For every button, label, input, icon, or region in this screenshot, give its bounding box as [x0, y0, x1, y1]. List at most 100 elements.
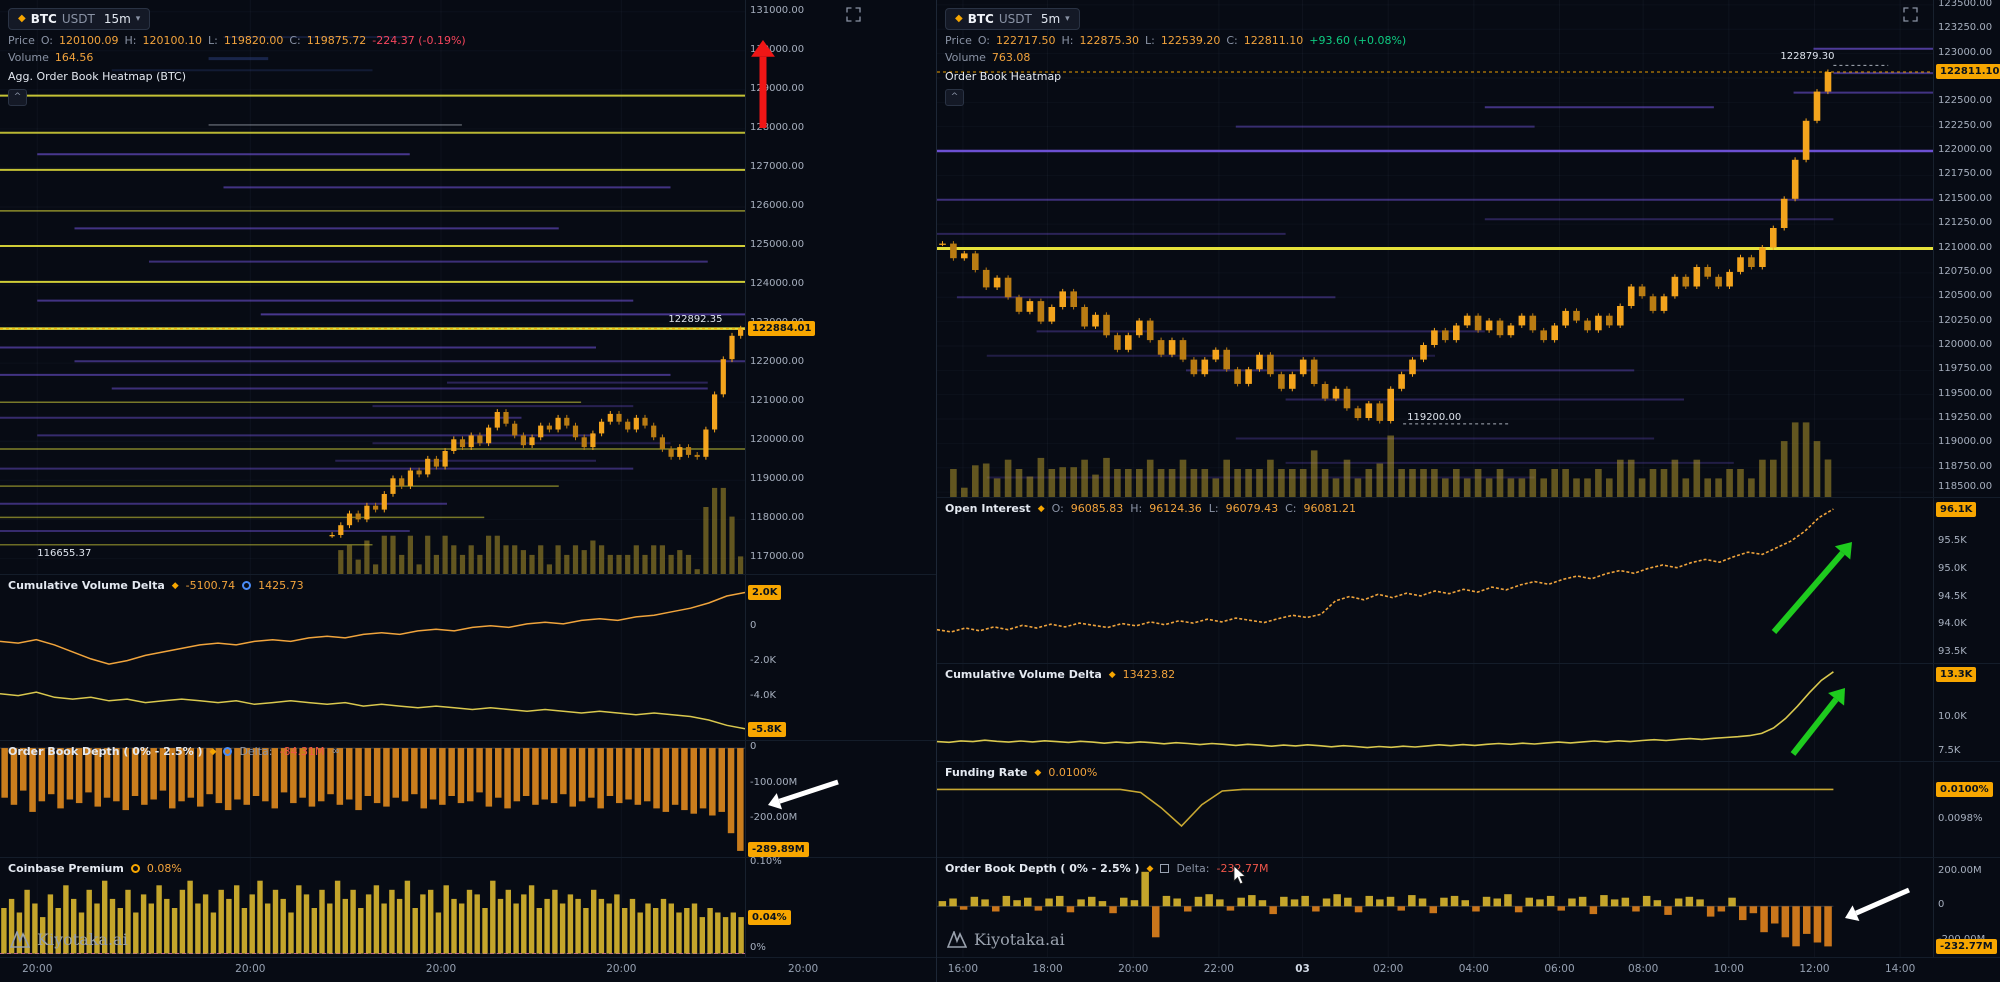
- axis-tick: 119000.00: [750, 473, 804, 484]
- cvd-chart-right[interactable]: Cumulative Volume Delta ◆ 13423.82: [937, 664, 1933, 761]
- cvd-legend-right: Cumulative Volume Delta ◆ 13423.82: [945, 668, 1175, 681]
- close-label: C:: [1285, 502, 1296, 515]
- obd-axis-right[interactable]: 200.00M0-200.00M-232.77M: [1933, 858, 2000, 957]
- chart-legend-left: ◆ BTC USDT 15m ▾ Price O:120100.09 H:120…: [8, 6, 466, 106]
- orderbook-depth-section-right: Order Book Depth ( 0% - 2.5% ) ◆ Delta: …: [937, 857, 2000, 957]
- volume-value: 164.56: [55, 51, 94, 64]
- time-label: 02:00: [1373, 963, 1403, 975]
- obd-axis-left[interactable]: 0-100.00M-200.00M-289.89M: [745, 741, 936, 857]
- premium-title: Coinbase Premium: [8, 862, 124, 875]
- open-interest-section: Open Interest ◆ O:96085.83 H:96124.36 L:…: [937, 497, 2000, 663]
- axis-tick: 121250.00: [1938, 217, 1992, 228]
- futures-diamond-icon: ◆: [172, 581, 179, 591]
- btc-icon: ◆: [18, 13, 26, 24]
- axis-tick: 127000.00: [750, 161, 804, 172]
- fullscreen-icon: [846, 7, 861, 22]
- orderbook-depth-chart-left[interactable]: Order Book Depth ( 0% - 2.5% ) ◆ Delta: …: [0, 741, 745, 857]
- high-price-marker: 122879.30: [1780, 51, 1834, 62]
- open-interest-chart[interactable]: Open Interest ◆ O:96085.83 H:96124.36 L:…: [937, 498, 1933, 663]
- fullscreen-button[interactable]: [1903, 7, 1918, 25]
- premium-axis[interactable]: 0.10%0.04%0%: [745, 858, 936, 957]
- axis-tick: 124000.00: [750, 278, 804, 289]
- low-label: L:: [208, 34, 218, 47]
- timeframe-label: 5m: [1041, 12, 1060, 26]
- axis-tick: 0: [1938, 899, 1944, 910]
- funding-title: Funding Rate: [945, 766, 1027, 779]
- time-label: 06:00: [1544, 963, 1574, 975]
- time-label: 16:00: [948, 963, 978, 975]
- axis-tick: 119250.00: [1938, 412, 1992, 423]
- low-price-marker: 119200.00: [1407, 412, 1461, 423]
- chart-panel-5m: ◆ BTC USDT 5m ▾ Price O:122717.50 H:1228…: [936, 0, 2000, 982]
- depth-bars-left[interactable]: [0, 741, 745, 857]
- link-icon[interactable]: ∞: [331, 746, 339, 757]
- axis-badge: -5.8K: [748, 722, 786, 737]
- axis-tick: 7.5K: [1938, 745, 1960, 756]
- open-interest-line[interactable]: [937, 498, 1933, 663]
- kiyotaka-watermark: Kiyotaka.ai: [947, 930, 1065, 949]
- open-value: 120100.09: [59, 34, 119, 47]
- time-label: 22:00: [1204, 963, 1234, 975]
- funding-axis[interactable]: 0.0100%0.0098%: [1933, 762, 2000, 857]
- axis-tick: 119000.00: [1938, 436, 1992, 447]
- cvd-axis-right[interactable]: 13.3K10.0K7.5K: [1933, 664, 2000, 761]
- axis-tick: 122000.00: [1938, 144, 1992, 155]
- cvd-chart-left[interactable]: Cumulative Volume Delta ◆ -5100.74 1425.…: [0, 575, 745, 740]
- time-axis-left[interactable]: 20:0020:0020:0020:0020:00: [0, 957, 936, 982]
- low-price-marker: 116655.37: [37, 548, 91, 559]
- oi-title: Open Interest: [945, 502, 1031, 515]
- axis-tick: 118750.00: [1938, 461, 1992, 472]
- close-value: 119875.72: [307, 34, 367, 47]
- price-label: Price: [945, 34, 972, 47]
- price-axis-left[interactable]: 122884.01 131000.00130000.00129000.00128…: [745, 0, 936, 574]
- futures-diamond-icon: ◆: [1147, 864, 1154, 874]
- price-change: +93.60 (+0.08%): [1309, 34, 1406, 47]
- axis-tick: -4.0K: [750, 690, 776, 701]
- spot-coin-icon: [223, 747, 232, 756]
- price-chart-canvas-right[interactable]: ◆ BTC USDT 5m ▾ Price O:122717.50 H:1228…: [937, 0, 1933, 497]
- time-label: 03: [1295, 963, 1310, 975]
- axis-tick: 94.5K: [1938, 591, 1967, 602]
- trading-dashboard: ◆ BTC USDT 15m ▾ Price O:120100.09 H:120…: [0, 0, 2000, 982]
- oi-axis[interactable]: 96.1K95.5K95.0K94.5K94.0K93.5K: [1933, 498, 2000, 663]
- watermark-text: Kiyotaka.ai: [37, 930, 128, 949]
- collapse-button[interactable]: ^: [8, 89, 27, 106]
- low-value: 122539.20: [1161, 34, 1221, 47]
- axis-badge: 2.0K: [748, 585, 781, 600]
- time-axis-right[interactable]: 16:0018:0020:0022:000302:0004:0006:0008:…: [937, 957, 2000, 982]
- axis-tick: 122250.00: [1938, 120, 1992, 131]
- overlay-title: Agg. Order Book Heatmap (BTC): [8, 70, 466, 83]
- orderbook-depth-chart-right[interactable]: Order Book Depth ( 0% - 2.5% ) ◆ Delta: …: [937, 858, 1933, 957]
- fullscreen-button[interactable]: [846, 7, 861, 25]
- price-axis-right[interactable]: 122811.10 123500.00123250.00123000.00122…: [1933, 0, 2000, 497]
- cvd-axis-left[interactable]: 2.0K0-2.0K-4.0K-5.8K: [745, 575, 936, 740]
- volume-label: Volume: [8, 51, 49, 64]
- price-chart-canvas-left[interactable]: ◆ BTC USDT 15m ▾ Price O:120100.09 H:120…: [0, 0, 745, 574]
- axis-tick: 119500.00: [1938, 388, 1992, 399]
- coinbase-premium-chart[interactable]: Coinbase Premium 0.08% Kiyotaka.ai: [0, 858, 745, 957]
- cvd-value: 13423.82: [1123, 668, 1176, 681]
- funding-rate-section: Funding Rate ◆ 0.0100% 0.0100%0.0098%: [937, 761, 2000, 857]
- axis-tick: 0: [750, 741, 756, 752]
- high-label: H:: [1130, 502, 1142, 515]
- oi-close: 96081.21: [1304, 502, 1357, 515]
- collapse-button[interactable]: ^: [945, 89, 964, 106]
- oi-low: 96079.43: [1226, 502, 1279, 515]
- chart-legend-right: ◆ BTC USDT 5m ▾ Price O:122717.50 H:1228…: [945, 6, 1406, 106]
- axis-tick: 123000.00: [1938, 47, 1992, 58]
- symbol-selector[interactable]: ◆ BTC USDT 5m ▾: [945, 8, 1080, 30]
- funding-rate-chart[interactable]: Funding Rate ◆ 0.0100%: [937, 762, 1933, 857]
- time-label: 04:00: [1459, 963, 1489, 975]
- open-label: O:: [978, 34, 990, 47]
- symbol-selector[interactable]: ◆ BTC USDT 15m ▾: [8, 8, 150, 30]
- high-label: H:: [125, 34, 137, 47]
- futures-diamond-icon: ◆: [1034, 768, 1041, 778]
- axis-tick: -200.00M: [750, 812, 797, 823]
- futures-diamond-icon: ◆: [1109, 670, 1116, 680]
- cvd-lines-left[interactable]: [0, 575, 745, 740]
- chevron-down-icon: ▾: [136, 14, 141, 24]
- axis-tick: 95.0K: [1938, 563, 1967, 574]
- axis-tick: 10.0K: [1938, 711, 1967, 722]
- oi-open: 96085.83: [1071, 502, 1124, 515]
- oi-high: 96124.36: [1149, 502, 1202, 515]
